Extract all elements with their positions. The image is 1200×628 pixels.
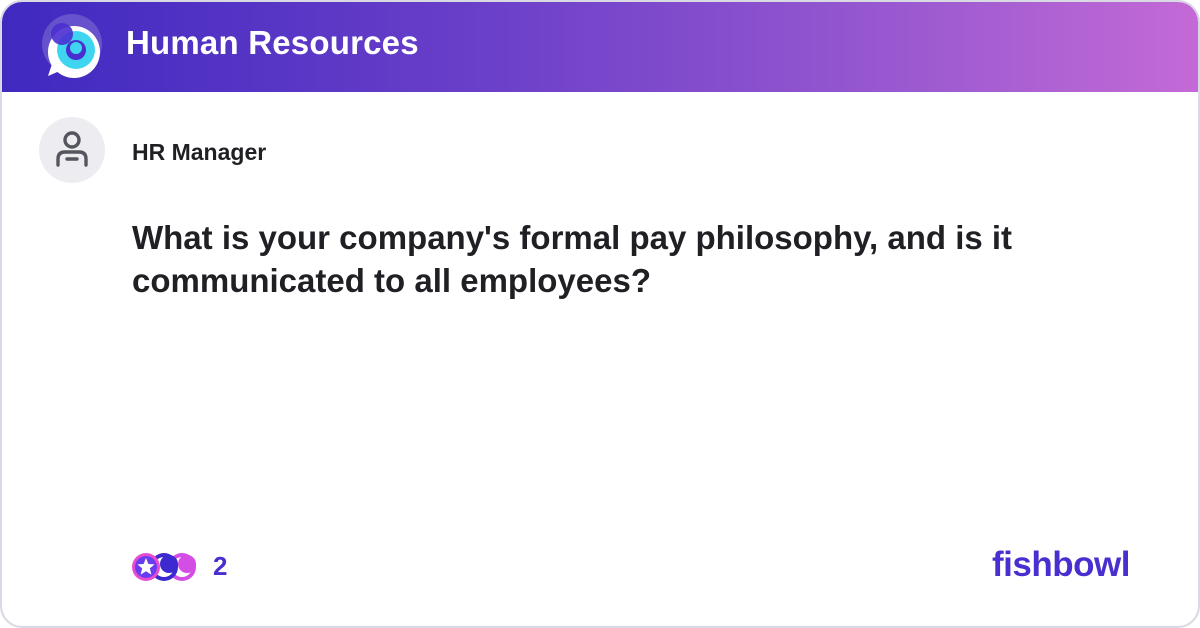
post-question[interactable]: What is your company's formal pay philos… [132, 216, 1112, 302]
bowl-title[interactable]: Human Resources [126, 24, 419, 62]
star-reaction-icon [132, 553, 160, 581]
author-name: HR Manager [132, 139, 267, 165]
reaction-icons[interactable] [130, 550, 200, 584]
person-icon [56, 131, 88, 167]
post-card[interactable]: Human Resources HR Manager What is your … [0, 0, 1200, 628]
fishbowl-bubble-logo-icon [38, 12, 106, 80]
bowl-header: Human Resources [2, 2, 1198, 92]
avatar [39, 117, 105, 183]
reaction-count[interactable]: 2 [213, 551, 227, 582]
fishbowl-brand-logo: fishbowl [992, 545, 1130, 584]
